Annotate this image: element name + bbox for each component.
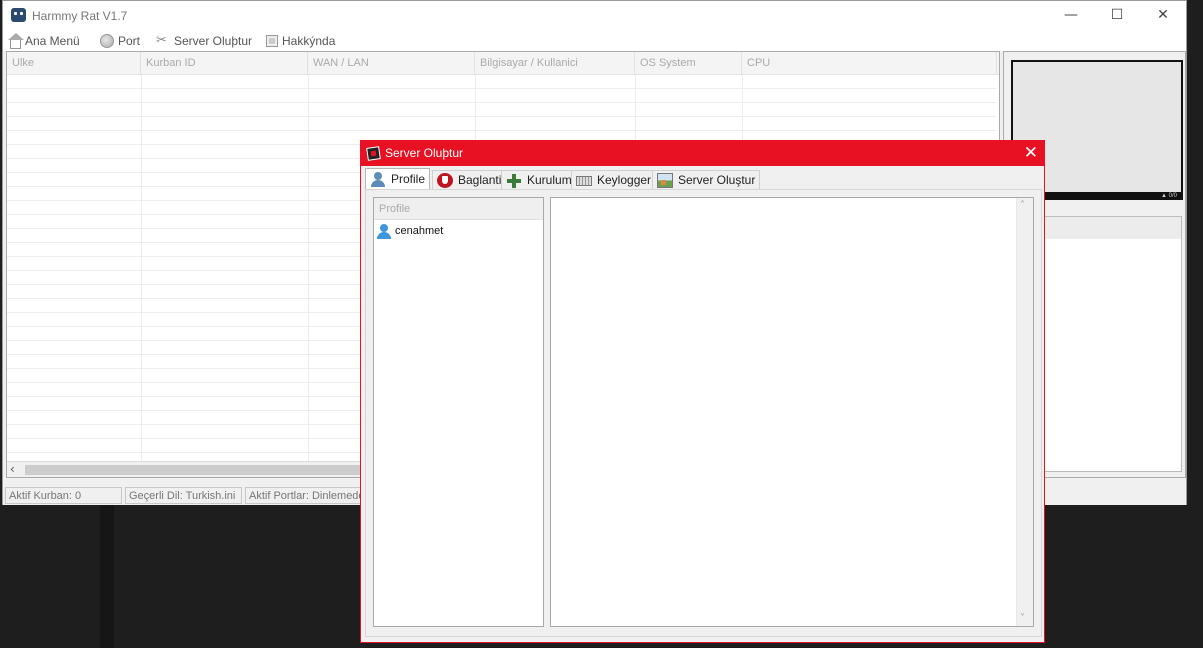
menu-item-label: Ana Menü <box>25 34 80 48</box>
title-bar[interactable]: Harmmy Rat V1.7 — ☐ ✕ <box>3 1 1186 30</box>
dialog-close-button[interactable]: ✕ <box>1024 143 1038 163</box>
tab-keylogger[interactable]: Keylogger <box>571 170 657 189</box>
menu-item-hakkinda[interactable]: Hakkýnda <box>266 32 335 50</box>
tab-server-olustur[interactable]: Server Oluştur <box>652 170 761 189</box>
table-row[interactable] <box>7 103 997 117</box>
preview-tag: ▲ 0/0 <box>1161 193 1177 199</box>
column-header-ulke[interactable]: Ulke <box>7 52 141 75</box>
scroll-left-icon[interactable]: ‹ <box>10 462 15 477</box>
menu-item-port[interactable]: Port <box>100 32 140 50</box>
dialog-title: Server Oluþtur <box>385 146 464 160</box>
plug-icon <box>437 172 453 188</box>
table-row[interactable] <box>7 75 997 89</box>
table-header: Ulke Kurban ID WAN / LAN Bilgisayar / Ku… <box>7 52 999 75</box>
server-builder-dialog: Server Oluþtur ✕ Profile Baglanti Kurulu… <box>360 140 1045 643</box>
tab-baglanti[interactable]: Baglanti <box>432 170 507 189</box>
column-divider <box>308 75 309 463</box>
scrollbar-thumb[interactable] <box>25 465 380 475</box>
tab-profile[interactable]: Profile <box>365 168 431 189</box>
tab-kurulum[interactable]: Kurulum <box>501 170 577 189</box>
close-button[interactable]: ✕ <box>1140 1 1186 30</box>
tab-label: Profile <box>391 172 426 186</box>
scroll-up-icon[interactable]: ˄ <box>1020 200 1025 211</box>
tab-label: Kurulum <box>527 173 572 187</box>
tab-label: Server Oluştur <box>678 173 756 187</box>
status-active-victims: Aktif Kurban: 0 <box>5 487 122 504</box>
user-icon <box>370 171 386 187</box>
profile-details-panel[interactable]: ˄ ˅ <box>550 197 1034 627</box>
plus-icon <box>506 173 522 188</box>
scroll-down-icon[interactable]: ˅ <box>1020 613 1025 624</box>
column-header-computer-user[interactable]: Bilgisayar / Kullanici <box>475 52 635 75</box>
menu-item-server-olustur[interactable]: ✂ Server Oluþtur <box>156 32 252 50</box>
menu-bar: Ana Menü Port ✂ Server Oluþtur Hakkýnda <box>3 30 1186 51</box>
vertical-scrollbar[interactable]: ˄ ˅ <box>1016 198 1033 626</box>
column-header-cpu[interactable]: CPU <box>742 52 997 75</box>
tools-icon: ✂ <box>156 33 167 48</box>
window-title: Harmmy Rat V1.7 <box>32 9 128 23</box>
status-active-ports: Aktif Portlar: Dinlemede Deðil <box>245 487 362 504</box>
column-divider <box>141 75 142 463</box>
column-header-wan-lan[interactable]: WAN / LAN <box>308 52 475 75</box>
keyboard-icon <box>576 176 592 186</box>
profile-list-header[interactable]: Profile <box>374 198 543 220</box>
tab-content-profile: Profile cenahmet ˄ ˅ <box>365 189 1042 637</box>
dialog-tabs: Profile Baglanti Kurulum Keylogger Serve… <box>365 168 1043 189</box>
dialog-app-icon <box>366 146 381 161</box>
dialog-title-bar[interactable]: Server Oluþtur ✕ <box>361 141 1044 166</box>
tab-label: Keylogger <box>597 173 652 187</box>
app-logo-icon <box>11 8 26 22</box>
menu-item-label: Port <box>118 34 141 48</box>
table-row[interactable] <box>7 89 997 103</box>
status-language: Geçerli Dil: Turkish.ini <box>125 487 242 504</box>
desktop-background <box>100 505 114 648</box>
column-header-kurban-id[interactable]: Kurban ID <box>141 52 308 75</box>
maximize-button[interactable]: ☐ <box>1094 1 1140 30</box>
home-icon <box>8 32 24 49</box>
globe-icon <box>100 34 114 48</box>
menu-item-ana-menu[interactable]: Ana Menü <box>8 32 80 50</box>
table-row[interactable] <box>7 117 997 131</box>
menu-item-label: Server Oluþtur <box>174 34 253 48</box>
list-item[interactable]: cenahmet <box>376 223 443 239</box>
profile-list[interactable]: Profile cenahmet <box>373 197 544 627</box>
menu-item-label: Hakkýnda <box>282 34 336 48</box>
tab-label: Baglanti <box>458 173 502 187</box>
user-icon <box>376 223 392 239</box>
profile-name: cenahmet <box>395 225 444 237</box>
image-icon <box>657 172 673 188</box>
info-icon <box>266 35 278 47</box>
minimize-button[interactable]: — <box>1048 1 1094 30</box>
column-header-os[interactable]: OS System <box>635 52 742 75</box>
